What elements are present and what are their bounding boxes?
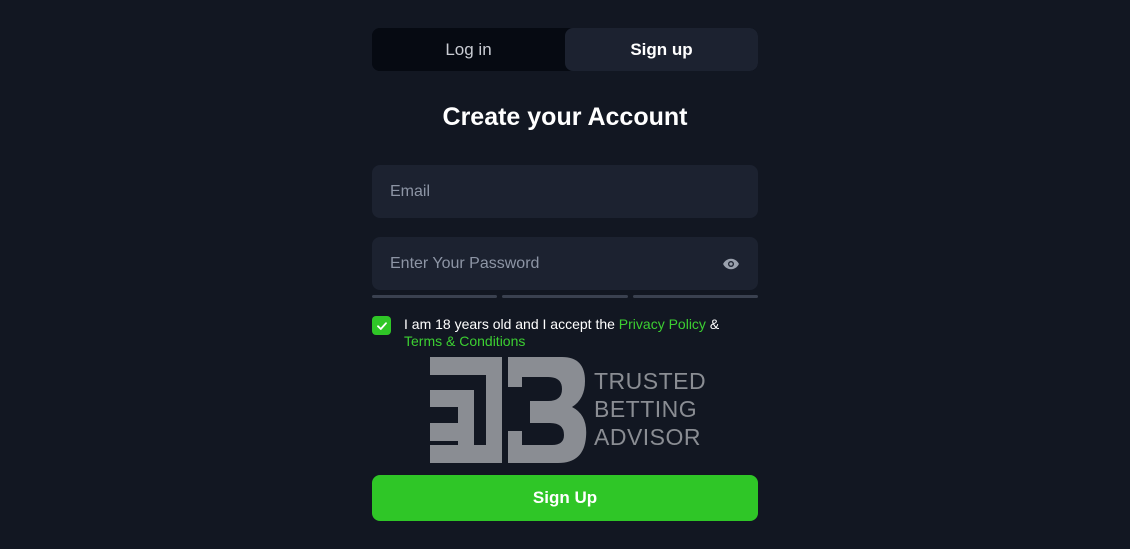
strength-segment [372,295,498,298]
password-input[interactable] [372,237,758,290]
badge-line: ADVISOR [594,424,702,450]
tba-logo-icon [430,357,587,463]
consent-connector: & [705,316,720,332]
consent-checkbox[interactable] [372,316,391,335]
signup-form: Log in Sign up Create your Account I am … [372,28,758,350]
privacy-policy-link[interactable]: Privacy Policy [619,316,706,332]
age-consent: I am 18 years old and I accept the Priva… [372,316,758,350]
badge-line: BETTING [594,396,698,422]
email-field-container [372,165,758,218]
tab-login[interactable]: Log in [372,28,565,71]
password-strength-meter [372,295,758,298]
auth-tabs: Log in Sign up [372,28,758,71]
password-field-container [372,237,758,290]
consent-text: I am 18 years old and I accept the Priva… [404,316,719,350]
check-icon [376,321,387,330]
page-title: Create your Account [442,103,688,131]
tab-signup[interactable]: Sign up [565,28,758,71]
consent-label: I am 18 years old and I accept the [404,316,619,332]
eye-icon[interactable] [722,255,740,273]
badge-text: TRUSTED BETTING ADVISOR [594,367,706,451]
strength-segment [632,295,758,298]
signup-button[interactable]: Sign Up [372,475,758,521]
email-input[interactable] [372,165,758,218]
strength-segment [502,295,628,298]
trusted-betting-advisor-badge: TRUSTED BETTING ADVISOR [430,357,710,463]
terms-link[interactable]: Terms & Conditions [404,333,525,349]
badge-line: TRUSTED [594,368,707,394]
